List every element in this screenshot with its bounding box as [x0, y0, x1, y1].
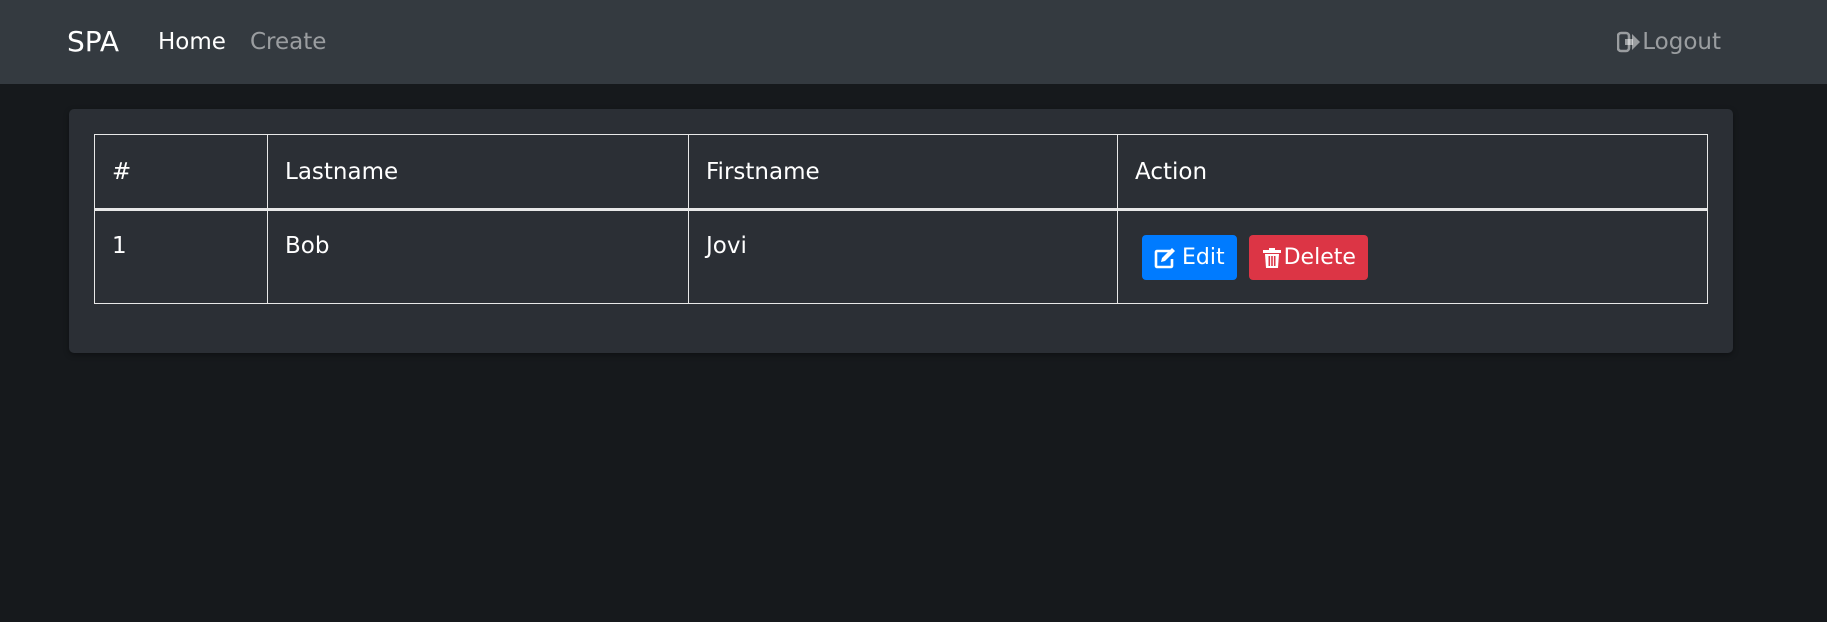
- nav-create-link[interactable]: Create: [250, 27, 326, 57]
- brand-logo[interactable]: SPA: [67, 24, 119, 60]
- top-navbar: SPA Home Create Logout: [0, 0, 1827, 84]
- edit-icon: [1154, 247, 1175, 268]
- edit-label: Edit: [1182, 245, 1225, 270]
- users-card: # Lastname Firstname Action 1 Bob Jovi E…: [69, 109, 1733, 353]
- delete-button[interactable]: Delete: [1248, 235, 1368, 280]
- delete-label: Delete: [1283, 245, 1356, 270]
- table-row: 1 Bob Jovi Edit Delete: [94, 209, 1708, 304]
- sign-out-icon: [1617, 31, 1641, 53]
- header-number: #: [94, 134, 268, 211]
- header-action: Action: [1117, 134, 1708, 211]
- table-header-row: # Lastname Firstname Action: [94, 134, 1708, 211]
- users-table: # Lastname Firstname Action 1 Bob Jovi E…: [94, 134, 1708, 304]
- nav-home-link[interactable]: Home: [158, 27, 226, 57]
- logout-link[interactable]: Logout: [1617, 27, 1721, 57]
- cell-lastname: Bob: [267, 209, 689, 304]
- logout-label: Logout: [1642, 29, 1721, 55]
- cell-number: 1: [94, 209, 268, 304]
- cell-action: Edit Delete: [1117, 209, 1708, 304]
- trash-icon: [1262, 247, 1281, 268]
- row-actions: Edit Delete: [1142, 235, 1690, 280]
- header-firstname: Firstname: [688, 134, 1118, 211]
- header-lastname: Lastname: [267, 134, 689, 211]
- cell-firstname: Jovi: [688, 209, 1118, 304]
- edit-button[interactable]: Edit: [1142, 235, 1237, 280]
